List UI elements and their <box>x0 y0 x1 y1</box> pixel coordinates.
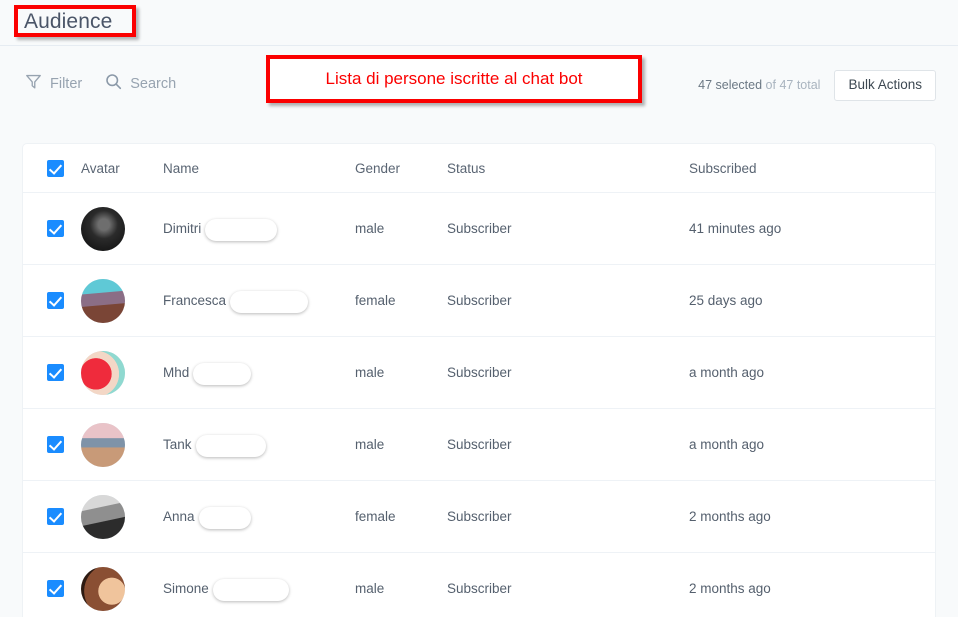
table-body: Dimitri male Subscriber 41 minutes ago Franc… <box>23 193 935 617</box>
bulk-actions-button[interactable]: Bulk Actions <box>834 70 936 101</box>
row-name: Mhd <box>163 365 190 380</box>
row-gender: male <box>355 365 385 380</box>
table-row[interactable]: Tank male Subscriber a month ago <box>23 409 935 481</box>
selection-status: 47 selected of 47 total <box>698 78 820 92</box>
row-checkbox[interactable] <box>47 436 64 453</box>
row-name-cell[interactable]: Tank <box>163 434 355 457</box>
table-row[interactable]: Anna female Subscriber 2 months ago <box>23 481 935 553</box>
redaction-box <box>230 290 309 313</box>
row-name: Francesca <box>163 293 227 308</box>
column-header-subscribed[interactable]: Subscribed <box>689 161 935 176</box>
select-all-cell <box>23 159 81 177</box>
column-header-name[interactable]: Name <box>163 161 355 176</box>
redaction-box <box>193 362 252 385</box>
row-select-cell <box>23 580 81 597</box>
row-name-cell[interactable]: Dimitri <box>163 218 355 241</box>
redaction-box <box>212 578 289 601</box>
row-status: Subscriber <box>447 437 512 452</box>
magnifier-icon <box>104 72 123 96</box>
row-subscribed: 2 months ago <box>689 509 771 524</box>
table-row[interactable]: Francesca female Subscriber 25 days ago <box>23 265 935 337</box>
avatar <box>81 422 125 467</box>
row-subscribed: 41 minutes ago <box>689 221 782 236</box>
selection-total: of 47 total <box>765 78 821 93</box>
avatar <box>81 566 125 611</box>
row-subscribed: 25 days ago <box>689 293 763 308</box>
avatar <box>81 206 125 251</box>
row-status: Subscriber <box>447 293 512 308</box>
avatar <box>81 350 125 395</box>
row-status: Subscriber <box>447 365 512 380</box>
row-select-cell <box>23 436 81 453</box>
table-header-row: Avatar Name Gender Status Subscribed <box>23 144 935 193</box>
row-name-cell[interactable]: Simone <box>163 578 355 601</box>
filter-label: Filter <box>50 76 83 92</box>
row-gender: female <box>355 293 396 308</box>
row-name: Tank <box>163 437 192 452</box>
row-status: Subscriber <box>447 509 512 524</box>
avatar <box>81 278 125 323</box>
row-select-cell <box>23 364 81 381</box>
row-gender: female <box>355 509 396 524</box>
select-all-checkbox[interactable] <box>47 159 64 177</box>
row-subscribed: 2 months ago <box>689 581 771 596</box>
row-subscribed: a month ago <box>689 437 765 452</box>
search-button[interactable]: Search <box>104 72 176 96</box>
row-name: Dimitri <box>163 221 202 236</box>
column-header-gender[interactable]: Gender <box>355 161 447 176</box>
row-avatar-cell <box>81 350 163 395</box>
row-avatar-cell <box>81 422 163 467</box>
toolbar-right-group: 47 selected of 47 total Bulk Actions <box>698 70 936 101</box>
row-name: Anna <box>163 509 195 524</box>
row-avatar-cell <box>81 278 163 323</box>
row-status: Subscriber <box>447 581 512 596</box>
search-label: Search <box>130 76 177 92</box>
row-avatar-cell <box>81 566 163 611</box>
row-gender: male <box>355 581 385 596</box>
row-select-cell <box>23 508 81 525</box>
selection-count: 47 selected <box>698 78 763 93</box>
row-checkbox[interactable] <box>47 220 64 237</box>
row-name-cell[interactable]: Anna <box>163 506 355 529</box>
redaction-box <box>195 434 266 457</box>
row-checkbox[interactable] <box>47 292 64 309</box>
column-header-avatar[interactable]: Avatar <box>81 161 163 176</box>
table-row[interactable]: Dimitri male Subscriber 41 minutes ago <box>23 193 935 265</box>
row-name: Simone <box>163 581 209 596</box>
annotation-note-text: Lista di persone iscritte al chat bot <box>325 69 583 88</box>
row-select-cell <box>23 220 81 237</box>
row-checkbox[interactable] <box>47 580 64 597</box>
row-gender: male <box>355 221 385 236</box>
column-header-status[interactable]: Status <box>447 161 689 176</box>
audience-page: Audience Filter Search 47 selected of 47… <box>0 0 958 617</box>
row-avatar-cell <box>81 494 163 539</box>
row-name-cell[interactable]: Mhd <box>163 362 355 385</box>
annotation-note: Lista di persone iscritte al chat bot <box>266 55 642 103</box>
page-header: Audience <box>0 0 958 46</box>
audience-table: Avatar Name Gender Status Subscribed Dim… <box>22 143 936 617</box>
row-gender: male <box>355 437 385 452</box>
table-row[interactable]: Mhd male Subscriber a month ago <box>23 337 935 409</box>
row-avatar-cell <box>81 206 163 251</box>
row-name-cell[interactable]: Francesca <box>163 290 355 313</box>
filter-button[interactable]: Filter <box>24 72 82 96</box>
table-row[interactable]: Simone male Subscriber 2 months ago <box>23 553 935 617</box>
annotation-title-highlight <box>14 5 136 37</box>
avatar <box>81 494 125 539</box>
redaction-box <box>205 218 278 241</box>
row-subscribed: a month ago <box>689 365 765 380</box>
row-status: Subscriber <box>447 221 512 236</box>
redaction-box <box>198 506 251 529</box>
row-checkbox[interactable] <box>47 364 64 381</box>
row-checkbox[interactable] <box>47 508 64 525</box>
toolbar-left-group: Filter Search <box>24 72 176 96</box>
row-select-cell <box>23 292 81 309</box>
funnel-icon <box>24 72 43 96</box>
